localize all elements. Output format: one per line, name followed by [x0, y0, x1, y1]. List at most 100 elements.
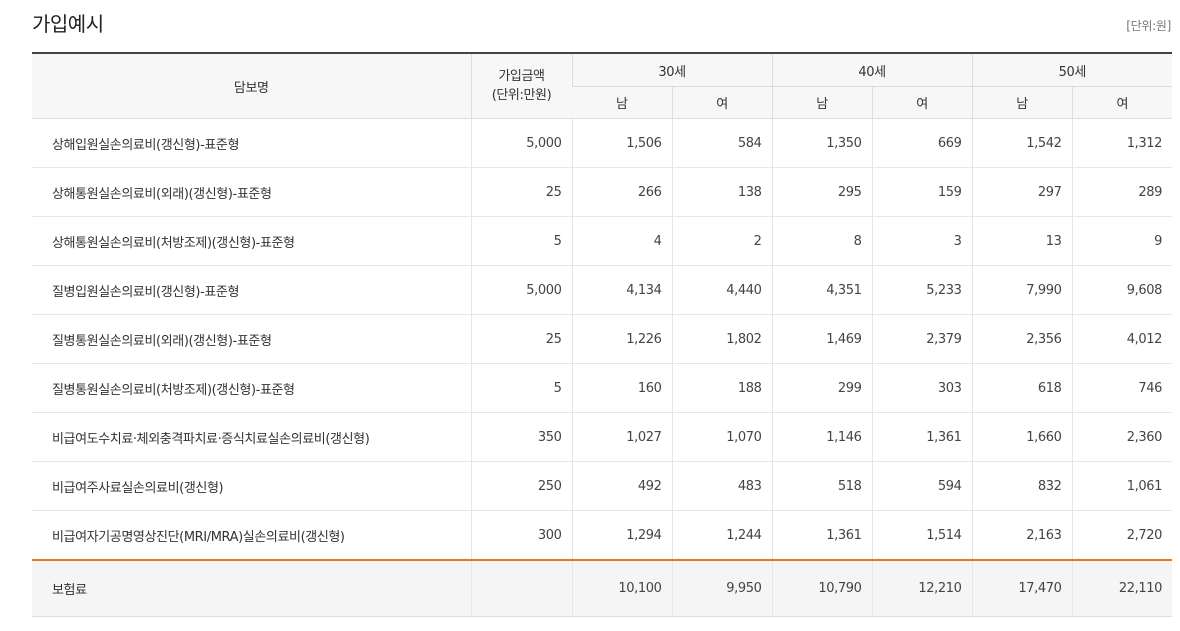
header-age-50: 50세 [971, 52, 1172, 87]
total-label: 보험료 [32, 559, 471, 617]
coverage-name: 상해통원실손의료비(처방조제)(갱신형)-표준형 [32, 216, 471, 266]
total-value: 17,470 [971, 559, 1072, 617]
premium-cell: 492 [571, 461, 672, 511]
premium-cell: 4,440 [671, 265, 772, 315]
premium-cell: 1,660 [971, 412, 1072, 462]
premium-cell: 1,294 [571, 510, 672, 560]
premium-cell: 1,070 [671, 412, 772, 462]
premium-cell: 2 [671, 216, 772, 266]
total-value: 12,210 [871, 559, 972, 617]
premium-cell: 2,360 [1071, 412, 1172, 462]
premium-cell: 832 [971, 461, 1072, 511]
coverage-name: 질병통원실손의료비(처방조제)(갱신형)-표준형 [32, 363, 471, 413]
page-title: 가입예시 [32, 12, 104, 36]
table-row: 비급여주사료실손의료비(갱신형) 250 492 483 518 594 832 1,061 [32, 461, 1172, 511]
premium-cell: 1,542 [971, 118, 1072, 168]
premium-cell: 13 [971, 216, 1072, 266]
table-row: 질병입원실손의료비(갱신형)-표준형 5,000 4,134 4,440 4,351 5,… [32, 265, 1172, 315]
coverage-amount: 5 [470, 363, 572, 413]
coverage-name: 상해입원실손의료비(갱신형)-표준형 [32, 118, 471, 168]
premium-cell: 594 [871, 461, 972, 511]
coverage-name: 질병통원실손의료비(외래)(갱신형)-표준형 [32, 314, 471, 364]
premium-cell: 9 [1071, 216, 1172, 266]
table-row: 질병통원실손의료비(외래)(갱신형)-표준형 25 1,226 1,802 1,469 2… [32, 314, 1172, 364]
total-value: 10,790 [771, 559, 872, 617]
table-row: 상해통원실손의료비(처방조제)(갱신형)-표준형 5 4 2 8 3 13 9 [32, 216, 1172, 266]
header-age-30: 30세 [571, 52, 772, 87]
premium-cell: 289 [1071, 167, 1172, 217]
premium-cell: 1,350 [771, 118, 872, 168]
premium-cell: 1,514 [871, 510, 972, 560]
premium-cell: 188 [671, 363, 772, 413]
coverage-amount: 250 [470, 461, 572, 511]
premium-cell: 266 [571, 167, 672, 217]
total-value: 22,110 [1071, 559, 1172, 617]
premium-cell: 669 [871, 118, 972, 168]
premium-cell: 3 [871, 216, 972, 266]
premium-cell: 1,361 [871, 412, 972, 462]
total-value: 9,950 [671, 559, 772, 617]
unit-label: [단위:원] [1126, 19, 1171, 33]
coverage-amount: 350 [470, 412, 572, 462]
premium-cell: 299 [771, 363, 872, 413]
premium-cell: 303 [871, 363, 972, 413]
premium-cell: 159 [871, 167, 972, 217]
premium-cell: 1,027 [571, 412, 672, 462]
coverage-amount: 5,000 [470, 265, 572, 315]
premium-cell: 1,469 [771, 314, 872, 364]
premium-cell: 2,379 [871, 314, 972, 364]
premium-cell: 2,356 [971, 314, 1072, 364]
coverage-name: 상해통원실손의료비(외래)(갱신형)-표준형 [32, 167, 471, 217]
header-female: 여 [871, 86, 972, 119]
premium-cell: 8 [771, 216, 872, 266]
total-row: 보험료 10,100 9,950 10,790 12,210 17,470 22… [32, 559, 1172, 617]
coverage-name: 비급여자기공명영상진단(MRI/MRA)실손의료비(갱신형) [52, 529, 345, 545]
premium-cell: 160 [571, 363, 672, 413]
header-male: 남 [971, 86, 1072, 119]
premium-example-table: 담보명 가입금액 (단위:만원) 30세 40세 50세 남 여 남 여 남 여… [32, 52, 1172, 617]
coverage-name: 비급여도수치료·체외충격파치료·증식치료실손의료비(갱신형) [32, 412, 471, 462]
table-row: 상해통원실손의료비(외래)(갱신형)-표준형 25 266 138 295 159 297 2… [32, 167, 1172, 217]
premium-cell: 518 [771, 461, 872, 511]
coverage-name: 질병입원실손의료비(갱신형)-표준형 [32, 265, 471, 315]
coverage-name: 비급여주사료실손의료비(갱신형) [32, 461, 471, 511]
premium-cell: 618 [971, 363, 1072, 413]
premium-cell: 1,361 [771, 510, 872, 560]
header-coverage: 담보명 [32, 52, 471, 119]
premium-cell: 1,506 [571, 118, 672, 168]
coverage-amount: 25 [470, 167, 572, 217]
premium-cell: 297 [971, 167, 1072, 217]
premium-cell: 5,233 [871, 265, 972, 315]
table-row: 질병통원실손의료비(처방조제)(갱신형)-표준형 5 160 188 299 303 618… [32, 363, 1172, 413]
premium-cell: 7,990 [971, 265, 1072, 315]
premium-cell: 483 [671, 461, 772, 511]
premium-cell: 1,244 [671, 510, 772, 560]
coverage-amount: 5 [470, 216, 572, 266]
premium-cell: 4 [571, 216, 672, 266]
premium-cell: 746 [1071, 363, 1172, 413]
premium-cell: 1,146 [771, 412, 872, 462]
table-row: 비급여도수치료·체외충격파치료·증식치료실손의료비(갱신형) 350 1,027 1,… [32, 412, 1172, 462]
total-value: 10,100 [571, 559, 672, 617]
premium-cell: 584 [671, 118, 772, 168]
header-male: 남 [572, 86, 672, 119]
premium-cell: 2,720 [1071, 510, 1172, 560]
premium-cell: 295 [771, 167, 872, 217]
total-amount [470, 559, 572, 617]
header-amount-unit: (단위:만원) [491, 88, 552, 103]
premium-cell: 1,061 [1071, 461, 1172, 511]
header-male: 남 [771, 86, 872, 119]
coverage-amount: 5,000 [470, 118, 572, 168]
header-female: 여 [671, 86, 772, 119]
premium-cell: 4,351 [771, 265, 872, 315]
premium-cell: 1,226 [571, 314, 672, 364]
header-female: 여 [1071, 86, 1172, 119]
header-amount: 가입금액 (단위:만원) [470, 52, 572, 119]
premium-cell: 2,163 [971, 510, 1072, 560]
coverage-amount: 25 [470, 314, 572, 364]
premium-cell: 9,608 [1071, 265, 1172, 315]
premium-cell: 4,012 [1071, 314, 1172, 364]
header-age-40: 40세 [771, 52, 972, 87]
header-amount-label: 가입금액 [498, 69, 545, 84]
table-row: 상해입원실손의료비(갱신형)-표준형 5,000 1,506 584 1,350 669 1… [32, 118, 1172, 168]
